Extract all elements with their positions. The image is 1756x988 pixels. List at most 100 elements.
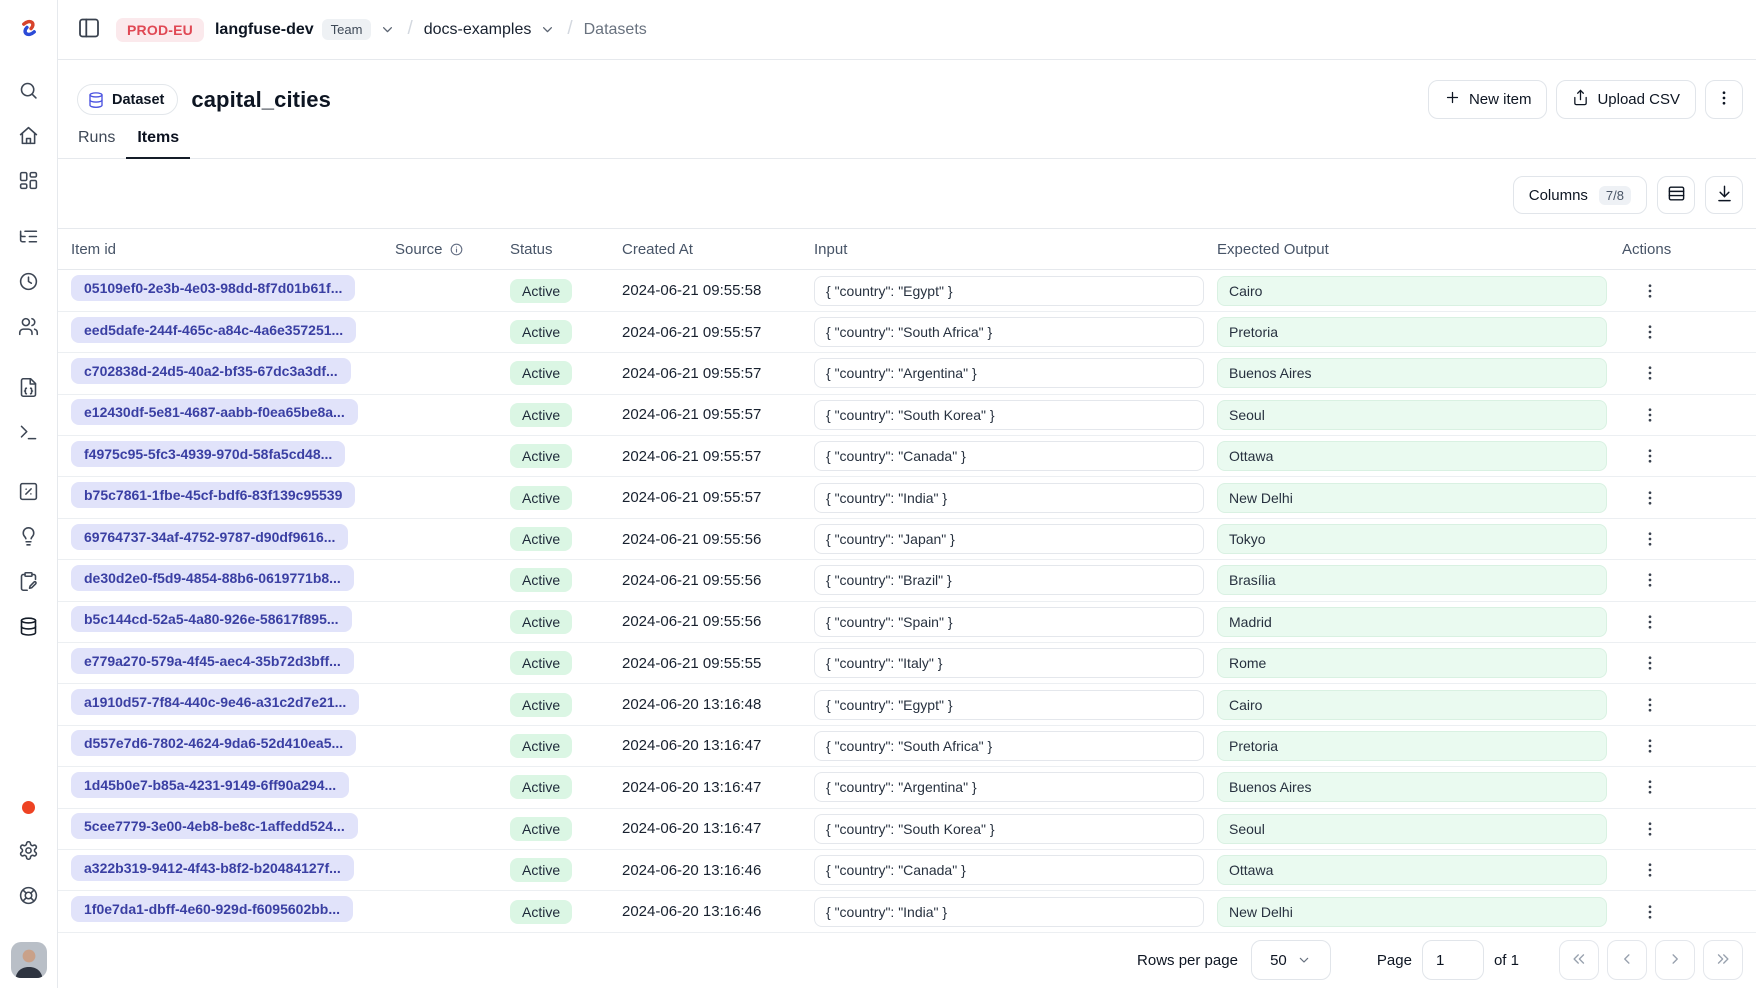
table-row[interactable]: 1d45b0e7-b85a-4231-9149-6ff90a294... Acti… bbox=[58, 767, 1756, 808]
page-header: Dataset capital_cities New item Upload C… bbox=[58, 60, 1756, 119]
input-cell: { "country": "Spain" } bbox=[814, 607, 1204, 637]
new-item-button[interactable]: New item bbox=[1428, 80, 1548, 119]
column-header-item-id: Item id bbox=[71, 241, 395, 258]
sidebar-item-home[interactable] bbox=[9, 117, 49, 157]
table-row[interactable]: f4975c95-5fc3-4939-970d-58fa5cd48...Acti… bbox=[58, 436, 1756, 477]
expected-output-cell: Brasília bbox=[1217, 565, 1607, 595]
item-id-link[interactable]: 69764737-34af-4752-9787-d90df9616... bbox=[71, 524, 348, 550]
row-actions-button[interactable] bbox=[1635, 814, 1665, 844]
org-switcher[interactable]: langfuse-dev Team bbox=[215, 19, 396, 40]
row-actions-button[interactable] bbox=[1635, 483, 1665, 513]
item-id-link[interactable]: eed5dafe-244f-465c-a84c-4a6e357251... bbox=[71, 317, 356, 343]
upload-csv-button[interactable]: Upload CSV bbox=[1556, 80, 1696, 119]
row-actions-button[interactable] bbox=[1635, 607, 1665, 637]
item-id-link[interactable]: e779a270-579a-4f45-aec4-35b72d3bff... bbox=[71, 648, 354, 674]
table-row[interactable]: e779a270-579a-4f45-aec4-35b72d3bff...Act… bbox=[58, 643, 1756, 684]
sidebar-item-playground[interactable] bbox=[9, 414, 49, 454]
row-actions-button[interactable] bbox=[1635, 317, 1665, 347]
breadcrumb-section[interactable]: Datasets bbox=[584, 21, 647, 39]
status-badge: Active bbox=[510, 775, 572, 799]
sidebar-item-support[interactable] bbox=[9, 877, 49, 917]
table-row[interactable]: de30d2e0-f5d9-4854-88b6-0619771b8...Acti… bbox=[58, 560, 1756, 601]
row-actions-button[interactable] bbox=[1635, 690, 1665, 720]
item-id-link[interactable]: e12430df-5e81-4687-aabb-f0ea65be8a... bbox=[71, 399, 358, 425]
row-actions-button[interactable] bbox=[1635, 897, 1665, 927]
table-row[interactable]: eed5dafe-244f-465c-a84c-4a6e357251...Act… bbox=[58, 312, 1756, 353]
sidebar-item-dashboards[interactable] bbox=[9, 162, 49, 202]
item-id-link[interactable]: d557e7d6-7802-4624-9da6-52d410ea5... bbox=[71, 730, 356, 756]
row-actions-button[interactable] bbox=[1635, 524, 1665, 554]
breadcrumb-separator: / bbox=[407, 18, 412, 40]
sidebar-item-annotation[interactable] bbox=[9, 563, 49, 603]
sidebar bbox=[0, 0, 58, 988]
expected-output-cell: Buenos Aires bbox=[1217, 772, 1607, 802]
sidebar-item-users[interactable] bbox=[9, 308, 49, 348]
last-page-button[interactable] bbox=[1703, 940, 1743, 980]
table-row[interactable]: c702838d-24d5-40a2-bf35-67dc3a3df...Acti… bbox=[58, 353, 1756, 394]
table-row[interactable]: 1f0e7da1-dbff-4e60-929d-f6095602bb...Act… bbox=[58, 891, 1756, 932]
previous-page-button[interactable] bbox=[1607, 940, 1647, 980]
item-id-link[interactable]: 1d45b0e7-b85a-4231-9149-6ff90a294... bbox=[71, 772, 349, 798]
table-row[interactable]: 05109ef0-2e3b-4e03-98dd-8f7d01b61f...Act… bbox=[58, 270, 1756, 311]
table-row[interactable]: d557e7d6-7802-4624-9da6-52d410ea5...Acti… bbox=[58, 726, 1756, 767]
row-height-button[interactable] bbox=[1657, 176, 1695, 214]
table-row[interactable]: 69764737-34af-4752-9787-d90df9616...Acti… bbox=[58, 519, 1756, 560]
item-id-link[interactable]: c702838d-24d5-40a2-bf35-67dc3a3df... bbox=[71, 358, 351, 384]
table-row[interactable]: b75c7861-1fbe-45cf-bdf6-83f139c95539Acti… bbox=[58, 477, 1756, 518]
row-actions-button[interactable] bbox=[1635, 648, 1665, 678]
item-id-link[interactable]: b75c7861-1fbe-45cf-bdf6-83f139c95539 bbox=[71, 482, 355, 508]
export-button[interactable] bbox=[1705, 176, 1743, 214]
row-actions-button[interactable] bbox=[1635, 358, 1665, 388]
user-avatar[interactable] bbox=[11, 942, 47, 978]
users-icon bbox=[18, 316, 39, 340]
table-body: 05109ef0-2e3b-4e03-98dd-8f7d01b61f... Act… bbox=[58, 270, 1756, 932]
page-number-input[interactable] bbox=[1422, 940, 1484, 980]
sidebar-item-search[interactable] bbox=[9, 72, 49, 112]
table-row[interactable]: a322b319-9412-4f43-b8f2-b20484127f...Act… bbox=[58, 850, 1756, 891]
table-row[interactable]: e12430df-5e81-4687-aabb-f0ea65be8a...Act… bbox=[58, 395, 1756, 436]
item-id-link[interactable]: f4975c95-5fc3-4939-970d-58fa5cd48... bbox=[71, 441, 345, 467]
next-page-button[interactable] bbox=[1655, 940, 1695, 980]
created-at-cell: 2024-06-20 13:16:46 bbox=[622, 862, 814, 879]
item-id-link[interactable]: b5c144cd-52a5-4a80-926e-58617f895... bbox=[71, 606, 352, 632]
columns-button[interactable]: Columns 7/8 bbox=[1513, 176, 1647, 214]
sidebar-item-prompts[interactable] bbox=[9, 369, 49, 409]
tab-items[interactable]: Items bbox=[126, 129, 190, 158]
search-icon bbox=[18, 80, 39, 104]
row-actions-button[interactable] bbox=[1635, 400, 1665, 430]
table-row[interactable]: a1910d57-7f84-440c-9e46-a31c2d7e21...Act… bbox=[58, 684, 1756, 725]
row-actions-button[interactable] bbox=[1635, 276, 1665, 306]
table-row[interactable]: b5c144cd-52a5-4a80-926e-58617f895... Acti… bbox=[58, 602, 1756, 643]
sidebar-item-datasets[interactable] bbox=[9, 608, 49, 648]
input-cell: { "country": "South Africa" } bbox=[814, 317, 1204, 347]
sidebar-item-insights[interactable] bbox=[9, 518, 49, 558]
sidebar-item-tracing[interactable] bbox=[9, 218, 49, 258]
first-page-button[interactable] bbox=[1559, 940, 1599, 980]
item-id-link[interactable]: a1910d57-7f84-440c-9e46-a31c2d7e21... bbox=[71, 689, 359, 715]
sidebar-item-settings[interactable] bbox=[9, 832, 49, 872]
item-id-link[interactable]: 5cee7779-3e00-4eb8-be8c-1affedd524... bbox=[71, 813, 358, 839]
item-id-link[interactable]: 1f0e7da1-dbff-4e60-929d-f6095602bb... bbox=[71, 896, 353, 922]
sidebar-item-evaluation[interactable] bbox=[9, 473, 49, 513]
row-actions-button[interactable] bbox=[1635, 772, 1665, 802]
rows-per-page-select[interactable]: 50 bbox=[1251, 940, 1331, 980]
database-icon bbox=[87, 91, 105, 109]
row-actions-button[interactable] bbox=[1635, 855, 1665, 885]
status-badge: Active bbox=[510, 610, 572, 634]
input-cell: { "country": "South Korea" } bbox=[814, 814, 1204, 844]
item-id-link[interactable]: 05109ef0-2e3b-4e03-98dd-8f7d01b61f... bbox=[71, 275, 355, 301]
tab-runs[interactable]: Runs bbox=[67, 129, 126, 158]
row-actions-button[interactable] bbox=[1635, 441, 1665, 471]
dataset-menu-button[interactable] bbox=[1705, 80, 1743, 119]
created-at-cell: 2024-06-20 13:16:47 bbox=[622, 737, 814, 754]
row-actions-button[interactable] bbox=[1635, 731, 1665, 761]
input-cell: { "country": "India" } bbox=[814, 897, 1204, 927]
sidebar-item-sessions[interactable] bbox=[9, 263, 49, 303]
item-id-link[interactable]: a322b319-9412-4f43-b8f2-b20484127f... bbox=[71, 855, 354, 881]
row-actions-button[interactable] bbox=[1635, 565, 1665, 595]
item-id-link[interactable]: de30d2e0-f5d9-4854-88b6-0619771b8... bbox=[71, 565, 354, 591]
project-switcher[interactable]: docs-examples bbox=[424, 21, 557, 39]
table-row[interactable]: 5cee7779-3e00-4eb8-be8c-1affedd524...Act… bbox=[58, 809, 1756, 850]
sidebar-toggle-button[interactable] bbox=[73, 12, 105, 47]
expected-output-cell: Seoul bbox=[1217, 400, 1607, 430]
